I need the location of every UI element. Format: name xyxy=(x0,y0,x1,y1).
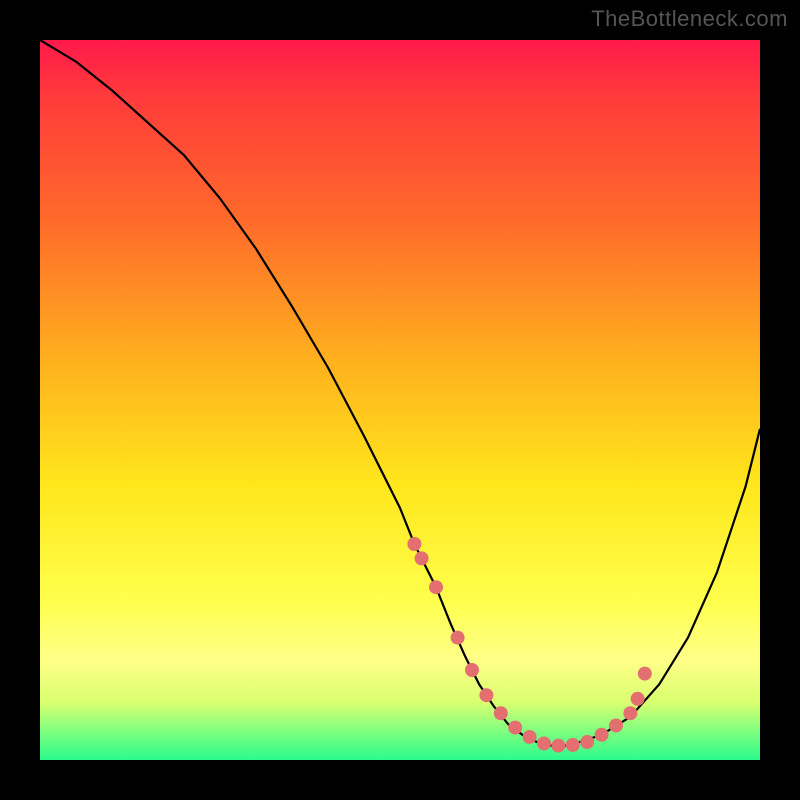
highlight-dot xyxy=(523,730,537,744)
plot-area xyxy=(40,40,760,760)
highlight-dot xyxy=(415,551,429,565)
highlight-dot xyxy=(494,706,508,720)
highlight-dot xyxy=(551,739,565,753)
highlight-dot xyxy=(407,537,421,551)
highlight-dot xyxy=(465,663,479,677)
highlight-dot xyxy=(566,738,580,752)
chart-root: TheBottleneck.com xyxy=(0,0,800,800)
highlight-dots-group xyxy=(407,537,651,753)
highlight-dot xyxy=(537,736,551,750)
highlight-dot xyxy=(631,692,645,706)
highlight-dot xyxy=(595,728,609,742)
watermark-text: TheBottleneck.com xyxy=(591,6,788,32)
highlight-dot xyxy=(479,688,493,702)
highlight-dot xyxy=(638,667,652,681)
bottleneck-curve xyxy=(40,40,760,746)
highlight-dot xyxy=(451,631,465,645)
highlight-dot xyxy=(580,735,594,749)
curve-svg xyxy=(40,40,760,760)
highlight-dot xyxy=(609,718,623,732)
highlight-dot xyxy=(429,580,443,594)
highlight-dot xyxy=(508,721,522,735)
highlight-dot xyxy=(623,706,637,720)
